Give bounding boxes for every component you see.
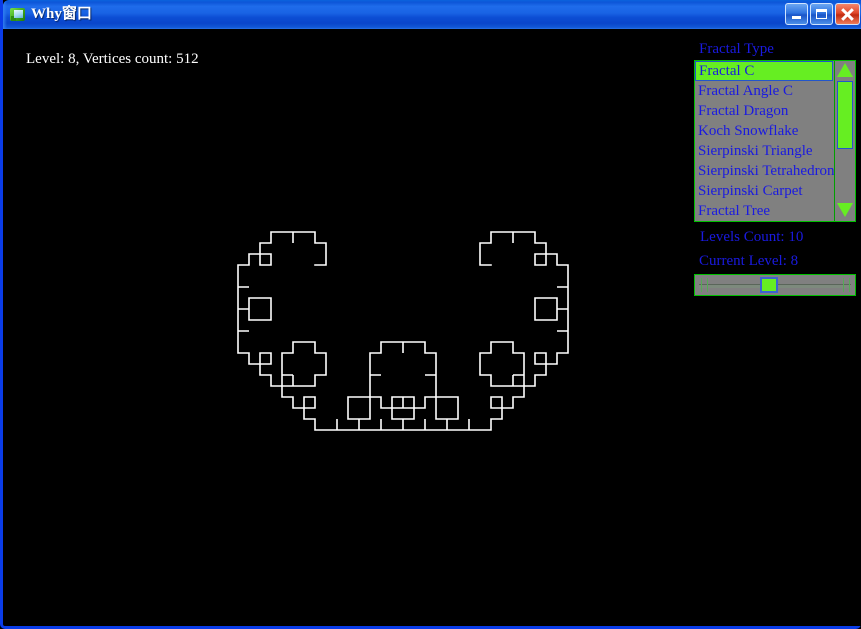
app-icon[interactable] xyxy=(10,7,26,22)
slider-tick xyxy=(843,278,844,292)
fractal-type-label: Fractal Type xyxy=(699,41,774,57)
control-panel: Fractal Type Fractal C Fractal Angle C Fra… xyxy=(689,29,861,626)
fractal-curve xyxy=(237,231,569,431)
client-area: Level: 8, Vertices count: 512 Fractal Ty… xyxy=(6,29,861,626)
application-window: Why窗口 Level: 8, Vertices count: 512 Frac… xyxy=(0,0,861,629)
minimize-icon xyxy=(792,16,801,19)
maximize-button[interactable] xyxy=(810,3,833,25)
app-icon-sheet xyxy=(14,10,23,18)
listbox-item[interactable]: Sierpinski Tetrahedron xyxy=(695,161,834,181)
levels-count-label: Levels Count: 10 xyxy=(700,229,804,245)
listbox-item[interactable]: Fractal C xyxy=(695,61,833,81)
fractal-curve-path xyxy=(237,231,569,431)
listbox-item[interactable]: Fractal Tree xyxy=(695,201,834,221)
scrollbar-thumb[interactable] xyxy=(837,81,853,149)
slider-tick xyxy=(701,278,702,292)
minimize-button[interactable] xyxy=(785,3,808,25)
scroll-up-arrow-icon[interactable] xyxy=(837,63,853,79)
slider-tick xyxy=(707,278,708,292)
title-bar[interactable]: Why窗口 xyxy=(3,0,861,29)
titlebar-glow xyxy=(3,0,7,29)
level-slider[interactable] xyxy=(694,274,856,296)
fractal-canvas xyxy=(237,231,569,431)
slider-tick xyxy=(849,278,850,292)
listbox-item[interactable]: Sierpinski Carpet xyxy=(695,181,834,201)
listbox-item[interactable]: Koch Snowflake xyxy=(695,121,834,141)
triangle-down-icon xyxy=(837,203,853,217)
current-level-label: Current Level: 8 xyxy=(699,253,799,269)
close-button[interactable] xyxy=(835,3,860,25)
fractal-type-listbox[interactable]: Fractal C Fractal Angle C Fractal Dragon Ko… xyxy=(694,60,856,222)
caption-buttons xyxy=(785,3,860,25)
scroll-down-arrow-icon[interactable] xyxy=(837,203,853,219)
listbox-item[interactable]: Sierpinski Triangle xyxy=(695,141,834,161)
listbox-items: Fractal C Fractal Angle C Fractal Dragon Ko… xyxy=(695,61,834,221)
listbox-item[interactable]: Fractal Dragon xyxy=(695,101,834,121)
triangle-up-icon xyxy=(837,63,853,77)
maximize-icon xyxy=(816,9,827,19)
listbox-item[interactable]: Fractal Angle C xyxy=(695,81,834,101)
slider-thumb[interactable] xyxy=(760,277,779,293)
listbox-scrollbar[interactable] xyxy=(834,61,855,221)
window-title: Why窗口 xyxy=(31,6,92,22)
